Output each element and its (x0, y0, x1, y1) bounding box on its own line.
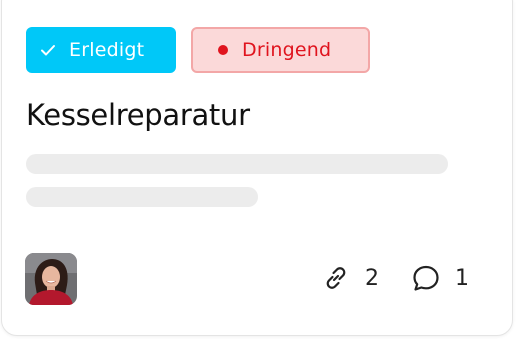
avatar[interactable] (25, 253, 77, 305)
attachments-count-value: 2 (365, 265, 379, 291)
dot-icon (218, 45, 228, 55)
status-badge-done[interactable]: Erledigt (26, 27, 176, 73)
task-title: Kesselreparatur (26, 98, 250, 132)
attachments-count[interactable]: 2 (320, 262, 379, 294)
priority-badge-urgent[interactable]: Dringend (191, 27, 370, 73)
comments-count-value: 1 (455, 265, 469, 291)
check-icon (39, 41, 57, 59)
comments-count[interactable]: 1 (410, 262, 469, 294)
priority-badge-urgent-label: Dringend (242, 39, 332, 61)
link-icon (320, 262, 352, 294)
description-placeholder-line (26, 154, 448, 174)
status-badge-done-label: Erledigt (69, 39, 145, 61)
comment-icon (410, 262, 442, 294)
description-placeholder-line (26, 187, 258, 207)
